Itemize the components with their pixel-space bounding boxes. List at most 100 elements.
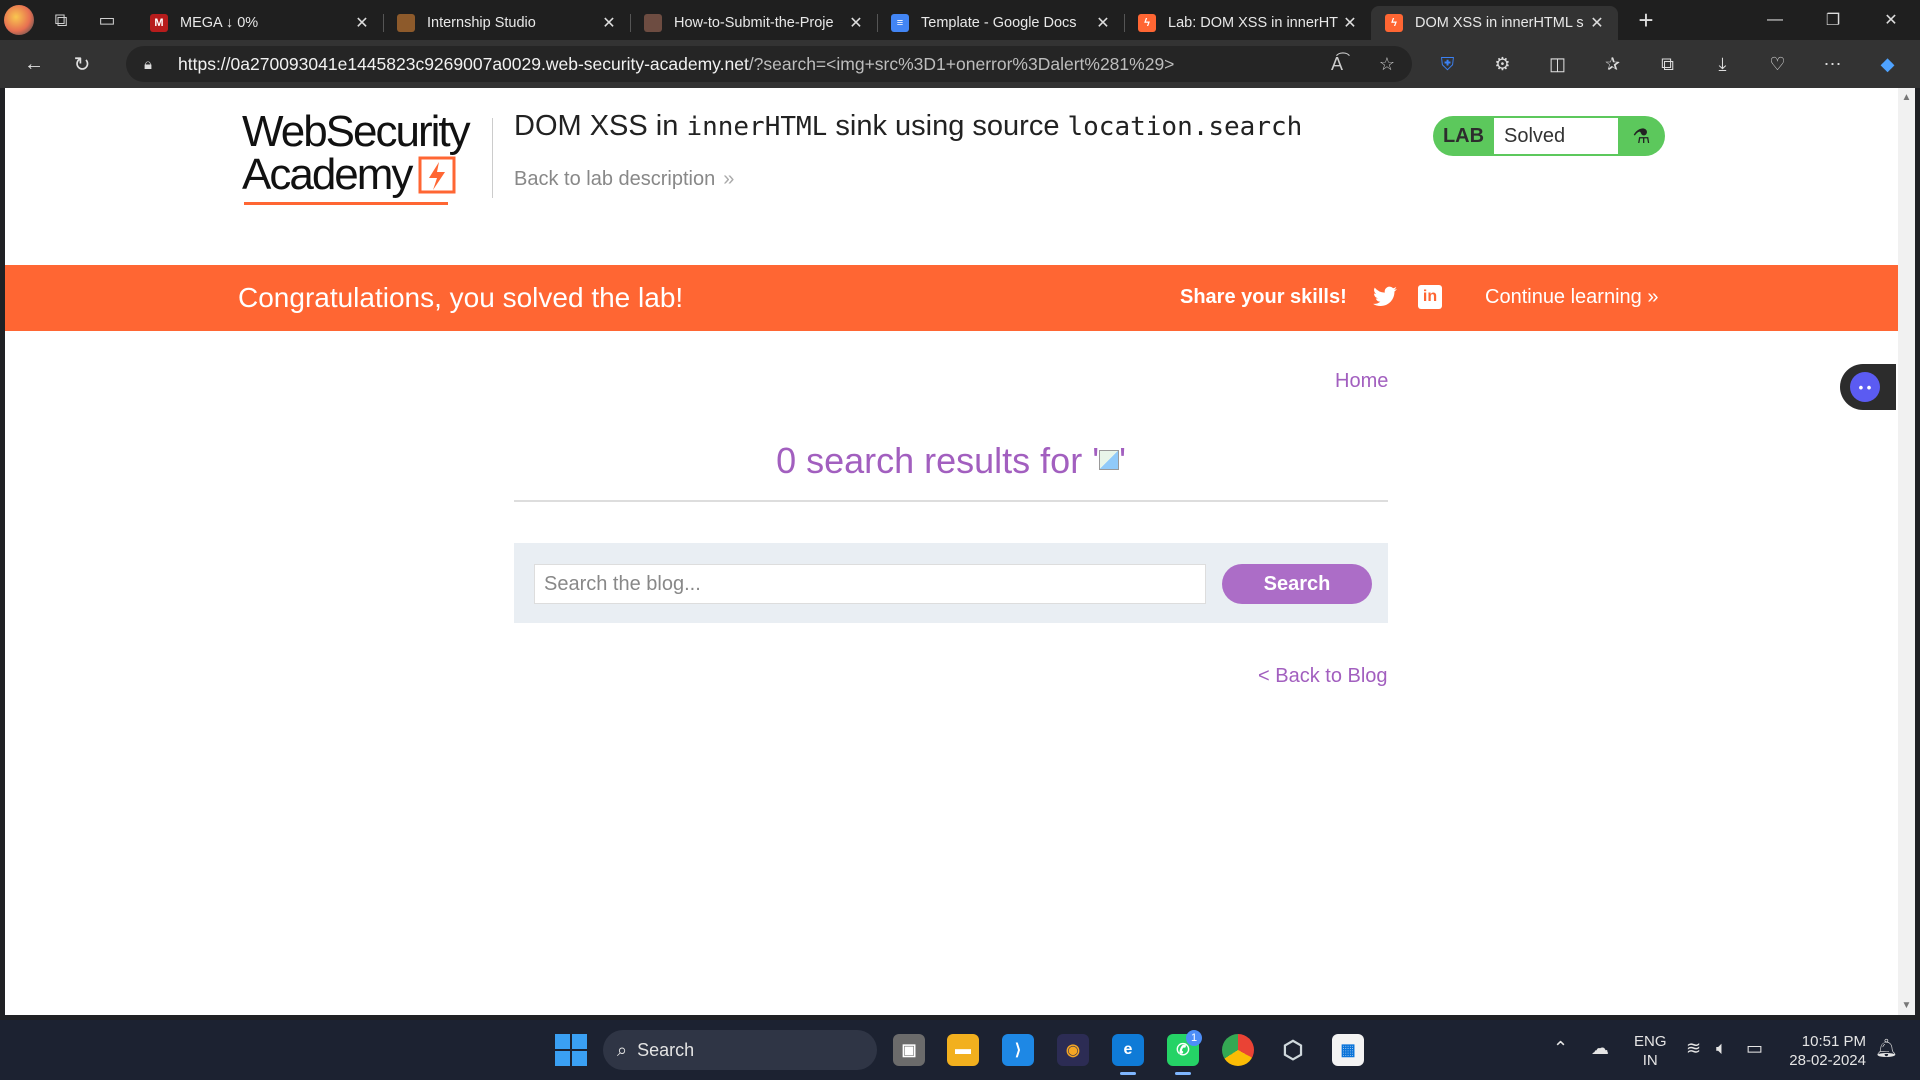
tab-title: Lab: DOM XSS in innerHT	[1168, 15, 1339, 31]
lab-status-text: Solved	[1494, 118, 1618, 154]
linkedin-icon[interactable]: in	[1418, 285, 1442, 309]
clock-date: 28-02-2024	[1789, 1052, 1866, 1069]
tab-title: How-to-Submit-the-Proje	[674, 15, 834, 31]
browser-tab[interactable]: ϟ Lab: DOM XSS in innerHT ✕	[1124, 6, 1371, 40]
logo-line2: Academy	[242, 150, 413, 199]
favorites-icon[interactable]: ✰	[1585, 44, 1640, 84]
notifications-icon[interactable]: 🔔︎	[1875, 1038, 1898, 1059]
tab-close-icon[interactable]: ✕	[598, 13, 620, 33]
browser-toolbar: ← ↻ 🔒︎ https://0a270093041e1445823c92690…	[0, 40, 1920, 88]
tab-list: M MEGA ↓ 0% ✕ Internship Studio ✕ How-to-Subm…	[136, 0, 1618, 40]
page-viewport: WebSecurity Academy DOM XSS in innerHTML…	[5, 88, 1898, 1015]
toolbar-extensions: ⛨ ⚙ ◫ ✰ ⧉ ⤓ ♡ ⋯ ◆	[1420, 44, 1915, 84]
battery-icon[interactable]: ▭	[1746, 1038, 1763, 1059]
page-scrollbar[interactable]: ▲ ▼	[1898, 88, 1915, 1015]
tab-title: Internship Studio	[427, 15, 536, 31]
tab-close-icon[interactable]: ✕	[845, 13, 867, 33]
taskbar-clock[interactable]: 10:51 PM 28-02-2024	[1780, 1032, 1866, 1070]
share-label: Share your skills!	[1180, 286, 1347, 308]
read-aloud-icon[interactable]: A͡	[1312, 54, 1362, 75]
taskbar-search-label: Search	[637, 1039, 695, 1060]
lang-line2: IN	[1642, 1052, 1658, 1069]
assistant-sidebar-button[interactable]: • •	[1840, 364, 1896, 410]
search-input[interactable]	[534, 564, 1206, 604]
flask-icon: ⚗	[1632, 125, 1651, 148]
extensions-icon[interactable]: ⚙	[1475, 44, 1530, 84]
browser-tab[interactable]: ≡ Template - Google Docs ✕	[877, 6, 1124, 40]
close-window-button[interactable]: ✕	[1862, 0, 1920, 40]
assistant-face-icon: • •	[1850, 372, 1880, 402]
language-indicator[interactable]: ENG IN	[1634, 1032, 1667, 1070]
more-menu-icon[interactable]: ⋯	[1805, 44, 1860, 84]
browser-tab[interactable]: M MEGA ↓ 0% ✕	[136, 6, 383, 40]
reload-icon[interactable]: ↻	[58, 44, 106, 84]
search-results-heading: 0 search results for ' '	[514, 440, 1388, 482]
windows-start-icon[interactable]	[555, 1034, 587, 1066]
twitter-icon[interactable]	[1372, 284, 1398, 310]
browser-tab[interactable]: Internship Studio ✕	[383, 6, 630, 40]
broken-image-icon	[1099, 450, 1120, 471]
header-divider	[492, 118, 493, 198]
browser-tab[interactable]: How-to-Submit-the-Proje ✕	[630, 6, 877, 40]
onedrive-cloud-icon[interactable]: ☁	[1591, 1038, 1609, 1059]
tab-title: Template - Google Docs	[921, 15, 1077, 31]
home-link[interactable]: Home	[1335, 370, 1388, 393]
banner-message: Congratulations, you solved the lab!	[238, 282, 684, 313]
tab-favicon-icon: ϟ	[1385, 14, 1403, 32]
continue-learning-link[interactable]: Continue learning »	[1485, 286, 1658, 309]
tab-close-icon[interactable]: ✕	[1339, 13, 1361, 33]
taskbar-search[interactable]: ⌕ Search	[603, 1030, 877, 1070]
results-close-quote: '	[1119, 440, 1126, 481]
lock-icon[interactable]: 🔒︎	[144, 56, 166, 73]
performance-icon[interactable]: ♡	[1750, 44, 1805, 84]
edge-icon[interactable]: e	[1112, 1034, 1144, 1066]
tab-actions-icon[interactable]: ▭	[84, 0, 130, 40]
url-path: /?search=<img+src%3D1+onerror%3Dalert%28…	[748, 53, 1175, 74]
tab-close-icon[interactable]: ✕	[1586, 13, 1608, 33]
chrome-icon[interactable]	[1222, 1034, 1254, 1066]
eclipse-icon[interactable]: ◉	[1057, 1034, 1089, 1066]
window-controls: — ❐ ✕	[1746, 0, 1920, 40]
favorite-star-icon[interactable]: ☆	[1362, 54, 1412, 75]
web-security-academy-logo[interactable]: WebSecurity Academy	[242, 110, 492, 205]
shield-extension-icon[interactable]: ⛨	[1420, 44, 1475, 84]
collections-icon[interactable]: ⧉	[1640, 44, 1695, 84]
restore-button[interactable]: ❐	[1804, 0, 1862, 40]
profile-button[interactable]	[0, 0, 38, 40]
tab-close-icon[interactable]: ✕	[1092, 13, 1114, 33]
lab-tag: LAB	[1442, 124, 1485, 147]
volume-icon[interactable]: 🔈︎	[1716, 1038, 1727, 1059]
back-to-blog-link[interactable]: < Back to Blog	[1258, 665, 1388, 688]
scroll-down-arrow-icon[interactable]: ▼	[1901, 1000, 1912, 1011]
lab-title-code: location.search	[1067, 112, 1303, 142]
back-arrow-icon[interactable]: ←	[10, 44, 58, 84]
split-screen-icon[interactable]: ◫	[1530, 44, 1585, 84]
search-button[interactable]: Search	[1222, 564, 1372, 604]
workspaces-icon[interactable]: ⧉	[38, 0, 84, 40]
continue-learning-label: Continue learning	[1485, 286, 1642, 308]
address-bar[interactable]: 🔒︎ https://0a270093041e1445823c9269007a0…	[126, 46, 1412, 82]
show-hidden-icons-chevron-icon[interactable]: ⌃	[1553, 1038, 1568, 1059]
virtualbox-icon[interactable]: ⬡	[1277, 1034, 1309, 1066]
copilot-icon[interactable]: ◆	[1860, 44, 1915, 84]
back-to-lab-link[interactable]: Back to lab description »	[514, 168, 734, 191]
double-chevron-icon: »	[1647, 286, 1659, 308]
browser-tab[interactable]: ϟ DOM XSS in innerHTML s ✕	[1371, 6, 1618, 40]
new-tab-button[interactable]: +	[1626, 0, 1666, 40]
task-view-icon[interactable]: ▣	[893, 1034, 925, 1066]
windows-taskbar: ⌕ Search ▣ ▬ ⟩ ◉ e ✆ 1 ⬡ ▦ ⌃ ☁ ENG IN ≋ …	[0, 1020, 1920, 1080]
downloads-icon[interactable]: ⤓	[1695, 44, 1750, 84]
tab-strip: ⧉ ▭ M MEGA ↓ 0% ✕ Internship Studio ✕ How-to-…	[0, 0, 1920, 40]
url-text[interactable]: https://0a270093041e1445823c9269007a0029…	[178, 54, 1174, 75]
file-explorer-icon[interactable]: ▬	[947, 1034, 979, 1066]
vscode-icon[interactable]: ⟩	[1002, 1034, 1034, 1066]
lab-title: DOM XSS in innerHTML sink using source l…	[514, 110, 1302, 143]
lang-line1: ENG	[1634, 1033, 1667, 1050]
lab-title-part: sink using source	[827, 110, 1068, 142]
tab-favicon-icon	[644, 14, 662, 32]
minimize-button[interactable]: —	[1746, 0, 1804, 40]
tab-close-icon[interactable]: ✕	[351, 13, 373, 33]
microsoft-store-icon[interactable]: ▦	[1332, 1034, 1364, 1066]
scroll-up-arrow-icon[interactable]: ▲	[1901, 92, 1912, 103]
wifi-icon[interactable]: ≋	[1686, 1038, 1701, 1059]
